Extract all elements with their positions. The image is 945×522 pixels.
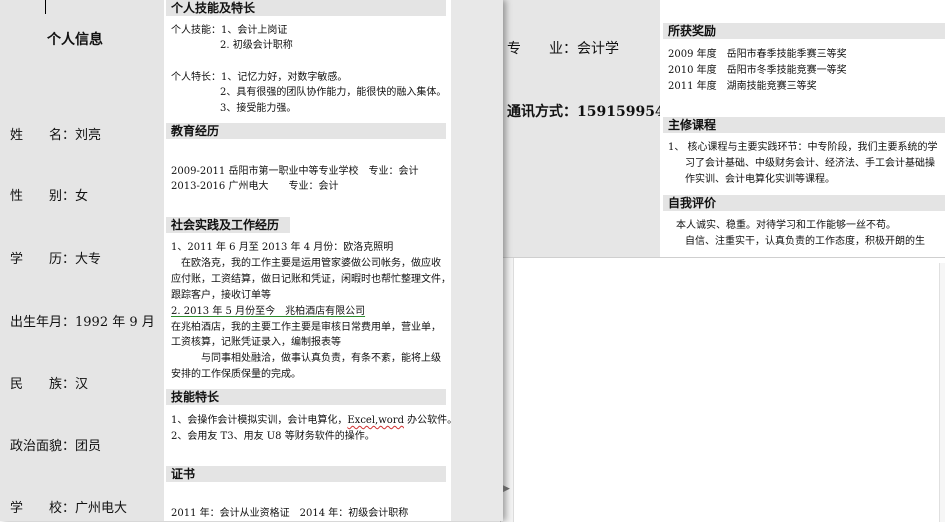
course-line: 作实训、会计电算化实训等课程。 (685, 174, 835, 185)
education-line: 2009-2011 岳阳市第一职业中等专业学校 专业：会计 (171, 166, 419, 177)
skills-line: 2. 初级会计职称 (220, 40, 293, 51)
profile-title: 个人信息 (47, 32, 103, 48)
contact-row: 通讯方式：15915995403 (507, 101, 684, 121)
courses-heading: 主修课程 (663, 117, 945, 133)
profile-column: 个人信息 姓 名：刘亮 性 别：女 学 历：大专 出生年月：1992 年 9 月… (0, 0, 164, 521)
major-value: 会计学 (577, 41, 619, 57)
education-heading: 教育经历 (166, 123, 446, 139)
major-label: 专 业： (507, 41, 577, 57)
tech-line: 2、会用友 T3、用友 U8 等财务软件的操作。 (171, 431, 375, 442)
award-item: 2010 年度 岳阳市冬季技能竞赛一等奖 (668, 65, 847, 76)
practice-line: 安排的工作保质保量的完成。 (171, 369, 301, 380)
traits-line: 3、接受能力强。 (220, 103, 297, 114)
skills-line: 个人技能：1、会计上岗证 (171, 25, 288, 36)
contact-label: 通讯方式： (507, 104, 577, 120)
profile-value: 女 (75, 189, 89, 204)
profile-label: 出生年月： (10, 315, 76, 330)
back-document-window[interactable]: 专 业：会计学 通讯方式：15915995403 所获奖励 2009 年度 岳阳… (495, 0, 945, 257)
awards-heading: 所获奖励 (663, 23, 945, 39)
front-window-scroll-area[interactable] (451, 0, 503, 521)
profile-row-gender: 性 别：女 (10, 185, 88, 204)
tech-text-misspelled: Excel,word (347, 415, 404, 426)
award-item: 2011 年度 湖南技能竞赛三等奖 (668, 81, 817, 92)
course-line: 1、 核心课程与主要实践环节：中专阶段，我们主要系统的学 (668, 142, 938, 153)
profile-label: 学 历： (10, 252, 76, 267)
profile-value: 1992 年 9 月 (75, 315, 155, 330)
profile-label: 学 校： (10, 501, 76, 516)
profile-value: 汉 (75, 377, 89, 392)
profile-row-name: 姓 名：刘亮 (10, 124, 101, 143)
tech-heading: 技能特长 (166, 389, 446, 405)
major-row: 专 业：会计学 (507, 38, 619, 58)
profile-row-education: 学 历：大专 (10, 248, 101, 267)
profile-row-school: 学 校：广州电大 (10, 497, 127, 516)
course-line: 习了会计基础、中级财务会计、经济法、手工会计基础操 (685, 158, 935, 169)
practice-line: 工资核算，记账凭证录入，编制报表等 (171, 337, 341, 348)
self-eval-line: 自信、注重实干，认真负责的工作态度，积极开朗的生 (685, 236, 925, 247)
window-scrollbar[interactable] (939, 263, 945, 522)
self-eval-heading: 自我评价 (663, 195, 945, 211)
self-eval-line: 本人诚实、稳重。对待学习和工作能够一丝不苟。 (676, 220, 896, 231)
front-document-window[interactable]: 个人信息 姓 名：刘亮 性 别：女 学 历：大专 出生年月：1992 年 9 月… (0, 0, 503, 521)
profile-label: 性 别： (10, 189, 76, 204)
practice-line: 在欧洛克，我的工作主要是运用管家婆做公司帐务，做应收 (171, 258, 441, 269)
skills-heading: 个人技能及特长 (166, 0, 446, 16)
empty-document-window[interactable] (500, 257, 945, 522)
profile-label: 政治面貌： (10, 439, 76, 454)
cert-heading: 证书 (166, 466, 446, 482)
practice-line: 应付账，工资结算，做日记账和凭证，闲暇时也帮忙整理文件， (171, 274, 451, 285)
profile-value: 大专 (75, 252, 102, 267)
profile-row-ethnicity: 民 族：汉 (10, 373, 88, 392)
practice-line: 与同事相处融洽，做事认真负责，有条不紊，能将上级 (171, 353, 441, 364)
education-line: 2013-2016 广州电大 专业：会计 (171, 181, 339, 192)
profile-label: 民 族： (10, 377, 76, 392)
practice-line: 1、2011 年 6 月至 2013 年 4 月份：欧洛克照明 (171, 242, 394, 253)
profile-value: 团员 (75, 439, 102, 454)
profile-row-birth: 出生年月：1992 年 9 月 (10, 311, 155, 330)
award-item: 2009 年度 岳阳市春季技能季赛三等奖 (668, 49, 847, 60)
tech-line: 1、会操作会计模拟实训，会计电算化，Excel,word 办公软件。 (171, 413, 457, 428)
profile-row-politics: 政治面貌：团员 (10, 435, 101, 454)
practice-line: 跟踪客户，接收订单等 (171, 290, 271, 301)
practice-line: 2. 2013 年 5 月份至今 兆柏酒店有限公司 (171, 306, 366, 317)
profile-value: 广州电大 (75, 501, 128, 516)
practice-line: 在兆柏酒店，我的主要工作主要是审核日常费用单，营业单， (171, 322, 441, 333)
tech-text: 1、会操作会计模拟实训，会计电算化， (171, 415, 348, 426)
traits-line: 个人特长：1、记忆力好，对数字敏感。 (171, 72, 348, 83)
profile-value: 刘亮 (75, 128, 102, 143)
scroll-right-arrow-icon[interactable]: ▶ (503, 484, 510, 494)
cert-line: 2011 年：会计从业资格证 2014 年：初级会计职称 (171, 508, 409, 519)
front-document-page: 个人技能及特长 个人技能：1、会计上岗证 2. 初级会计职称 个人特长：1、记忆… (164, 0, 457, 521)
practice-heading: 社会实践及工作经历 (166, 217, 290, 233)
tech-text: 办公软件。 (403, 415, 458, 426)
traits-line: 2、具有很强的团队协作能力，能很快的融入集体。 (220, 87, 447, 98)
back-document-page: 所获奖励 2009 年度 岳阳市春季技能季赛三等奖 2010 年度 岳阳市冬季技… (660, 0, 945, 257)
text-cursor (45, 0, 46, 14)
profile-label: 姓 名： (10, 128, 76, 143)
